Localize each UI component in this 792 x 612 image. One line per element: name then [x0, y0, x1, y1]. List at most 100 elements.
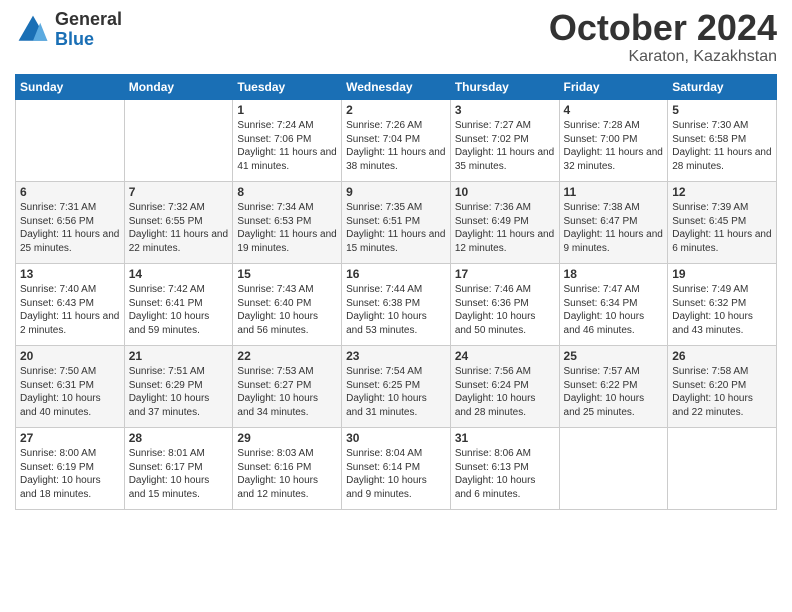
day-number: 25: [564, 349, 664, 363]
day-number: 2: [346, 103, 446, 117]
day-content: Sunrise: 7:39 AM Sunset: 6:45 PM Dayligh…: [672, 201, 772, 255]
day-number: 31: [455, 431, 555, 445]
calendar-cell: 9 Sunrise: 7:35 AM Sunset: 6:51 PM Daylig…: [342, 182, 451, 264]
day-number: 26: [672, 349, 772, 363]
calendar-cell: [16, 100, 125, 182]
calendar-week-1: 1 Sunrise: 7:24 AM Sunset: 7:06 PM Daylig…: [16, 100, 777, 182]
day-number: 21: [129, 349, 229, 363]
calendar-cell: 26 Sunrise: 7:58 AM Sunset: 6:20 PM Dayli…: [668, 346, 777, 428]
col-wednesday: Wednesday: [342, 75, 451, 100]
calendar-cell: [559, 428, 668, 510]
col-sunday: Sunday: [16, 75, 125, 100]
calendar-cell: 20 Sunrise: 7:50 AM Sunset: 6:31 PM Dayli…: [16, 346, 125, 428]
day-number: 13: [20, 267, 120, 281]
day-content: Sunrise: 7:24 AM Sunset: 7:06 PM Dayligh…: [237, 119, 337, 173]
day-number: 5: [672, 103, 772, 117]
day-content: Sunrise: 7:35 AM Sunset: 6:51 PM Dayligh…: [346, 201, 446, 255]
col-tuesday: Tuesday: [233, 75, 342, 100]
day-content: Sunrise: 7:49 AM Sunset: 6:32 PM Dayligh…: [672, 283, 772, 337]
day-number: 30: [346, 431, 446, 445]
day-number: 1: [237, 103, 337, 117]
calendar-week-3: 13 Sunrise: 7:40 AM Sunset: 6:43 PM Dayli…: [16, 264, 777, 346]
day-number: 9: [346, 185, 446, 199]
calendar-cell: 27Sunrise: 8:00 AM Sunset: 6:19 PM Dayli…: [16, 428, 125, 510]
day-content: Sunrise: 8:04 AM Sunset: 6:14 PM Dayligh…: [346, 447, 446, 501]
calendar-week-2: 6 Sunrise: 7:31 AM Sunset: 6:56 PM Daylig…: [16, 182, 777, 264]
calendar-week-5: 27Sunrise: 8:00 AM Sunset: 6:19 PM Dayli…: [16, 428, 777, 510]
calendar-cell: 13 Sunrise: 7:40 AM Sunset: 6:43 PM Dayli…: [16, 264, 125, 346]
col-monday: Monday: [124, 75, 233, 100]
day-number: 11: [564, 185, 664, 199]
day-content: Sunrise: 7:31 AM Sunset: 6:56 PM Dayligh…: [20, 201, 120, 255]
calendar-cell: 5 Sunrise: 7:30 AM Sunset: 6:58 PM Daylig…: [668, 100, 777, 182]
calendar-cell: 11 Sunrise: 7:38 AM Sunset: 6:47 PM Dayli…: [559, 182, 668, 264]
day-content: Sunrise: 7:43 AM Sunset: 6:40 PM Dayligh…: [237, 283, 337, 337]
calendar-cell: 15Sunrise: 7:43 AM Sunset: 6:40 PM Dayli…: [233, 264, 342, 346]
day-content: Sunrise: 7:46 AM Sunset: 6:36 PM Dayligh…: [455, 283, 555, 337]
title-block: October 2024 Karaton, Kazakhstan: [549, 10, 777, 66]
day-number: 16: [346, 267, 446, 281]
day-content: Sunrise: 7:53 AM Sunset: 6:27 PM Dayligh…: [237, 365, 337, 419]
logo-general-text: General: [55, 10, 122, 30]
calendar-cell: 30 Sunrise: 8:04 AM Sunset: 6:14 PM Dayli…: [342, 428, 451, 510]
day-content: Sunrise: 7:34 AM Sunset: 6:53 PM Dayligh…: [237, 201, 337, 255]
day-content: Sunrise: 7:32 AM Sunset: 6:55 PM Dayligh…: [129, 201, 229, 255]
calendar-week-4: 20 Sunrise: 7:50 AM Sunset: 6:31 PM Dayli…: [16, 346, 777, 428]
calendar-cell: 23Sunrise: 7:54 AM Sunset: 6:25 PM Dayli…: [342, 346, 451, 428]
day-content: Sunrise: 7:40 AM Sunset: 6:43 PM Dayligh…: [20, 283, 120, 337]
calendar-cell: 16Sunrise: 7:44 AM Sunset: 6:38 PM Dayli…: [342, 264, 451, 346]
day-number: 19: [672, 267, 772, 281]
day-number: 29: [237, 431, 337, 445]
calendar-cell: 17 Sunrise: 7:46 AM Sunset: 6:36 PM Dayli…: [450, 264, 559, 346]
day-content: Sunrise: 8:00 AM Sunset: 6:19 PM Dayligh…: [20, 447, 120, 501]
day-content: Sunrise: 7:42 AM Sunset: 6:41 PM Dayligh…: [129, 283, 229, 337]
calendar-cell: 6 Sunrise: 7:31 AM Sunset: 6:56 PM Daylig…: [16, 182, 125, 264]
day-content: Sunrise: 7:30 AM Sunset: 6:58 PM Dayligh…: [672, 119, 772, 173]
calendar-cell: 12Sunrise: 7:39 AM Sunset: 6:45 PM Dayli…: [668, 182, 777, 264]
day-content: Sunrise: 8:03 AM Sunset: 6:16 PM Dayligh…: [237, 447, 337, 501]
day-content: Sunrise: 7:57 AM Sunset: 6:22 PM Dayligh…: [564, 365, 664, 419]
day-number: 17: [455, 267, 555, 281]
day-content: Sunrise: 8:01 AM Sunset: 6:17 PM Dayligh…: [129, 447, 229, 501]
calendar-cell: 25 Sunrise: 7:57 AM Sunset: 6:22 PM Dayli…: [559, 346, 668, 428]
calendar-cell: 4Sunrise: 7:28 AM Sunset: 7:00 PM Daylig…: [559, 100, 668, 182]
day-number: 6: [20, 185, 120, 199]
day-content: Sunrise: 7:58 AM Sunset: 6:20 PM Dayligh…: [672, 365, 772, 419]
day-number: 22: [237, 349, 337, 363]
day-content: Sunrise: 7:38 AM Sunset: 6:47 PM Dayligh…: [564, 201, 664, 255]
logo-icon: [15, 12, 51, 48]
calendar-cell: [668, 428, 777, 510]
logo-blue-text: Blue: [55, 30, 122, 50]
col-friday: Friday: [559, 75, 668, 100]
day-content: Sunrise: 7:28 AM Sunset: 7:00 PM Dayligh…: [564, 119, 664, 173]
header-row: Sunday Monday Tuesday Wednesday Thursday…: [16, 75, 777, 100]
page: General Blue October 2024 Karaton, Kazak…: [0, 0, 792, 612]
calendar-cell: 19 Sunrise: 7:49 AM Sunset: 6:32 PM Dayli…: [668, 264, 777, 346]
day-content: Sunrise: 7:51 AM Sunset: 6:29 PM Dayligh…: [129, 365, 229, 419]
calendar-cell: [124, 100, 233, 182]
day-number: 8: [237, 185, 337, 199]
col-saturday: Saturday: [668, 75, 777, 100]
calendar-cell: 14Sunrise: 7:42 AM Sunset: 6:41 PM Dayli…: [124, 264, 233, 346]
header: General Blue October 2024 Karaton, Kazak…: [15, 10, 777, 66]
day-content: Sunrise: 7:50 AM Sunset: 6:31 PM Dayligh…: [20, 365, 120, 419]
day-number: 10: [455, 185, 555, 199]
day-number: 28: [129, 431, 229, 445]
day-number: 24: [455, 349, 555, 363]
calendar-body: 1 Sunrise: 7:24 AM Sunset: 7:06 PM Daylig…: [16, 100, 777, 510]
day-content: Sunrise: 7:54 AM Sunset: 6:25 PM Dayligh…: [346, 365, 446, 419]
day-content: Sunrise: 7:36 AM Sunset: 6:49 PM Dayligh…: [455, 201, 555, 255]
day-number: 20: [20, 349, 120, 363]
calendar-cell: 3Sunrise: 7:27 AM Sunset: 7:02 PM Daylig…: [450, 100, 559, 182]
calendar-cell: 7Sunrise: 7:32 AM Sunset: 6:55 PM Daylig…: [124, 182, 233, 264]
calendar-cell: 21 Sunrise: 7:51 AM Sunset: 6:29 PM Dayli…: [124, 346, 233, 428]
day-content: Sunrise: 7:27 AM Sunset: 7:02 PM Dayligh…: [455, 119, 555, 173]
logo: General Blue: [15, 10, 122, 50]
calendar-cell: 1 Sunrise: 7:24 AM Sunset: 7:06 PM Daylig…: [233, 100, 342, 182]
calendar-table: Sunday Monday Tuesday Wednesday Thursday…: [15, 74, 777, 510]
calendar-cell: 22 Sunrise: 7:53 AM Sunset: 6:27 PM Dayli…: [233, 346, 342, 428]
day-content: Sunrise: 8:06 AM Sunset: 6:13 PM Dayligh…: [455, 447, 555, 501]
day-content: Sunrise: 7:56 AM Sunset: 6:24 PM Dayligh…: [455, 365, 555, 419]
calendar-cell: 10 Sunrise: 7:36 AM Sunset: 6:49 PM Dayli…: [450, 182, 559, 264]
calendar-cell: 2Sunrise: 7:26 AM Sunset: 7:04 PM Daylig…: [342, 100, 451, 182]
